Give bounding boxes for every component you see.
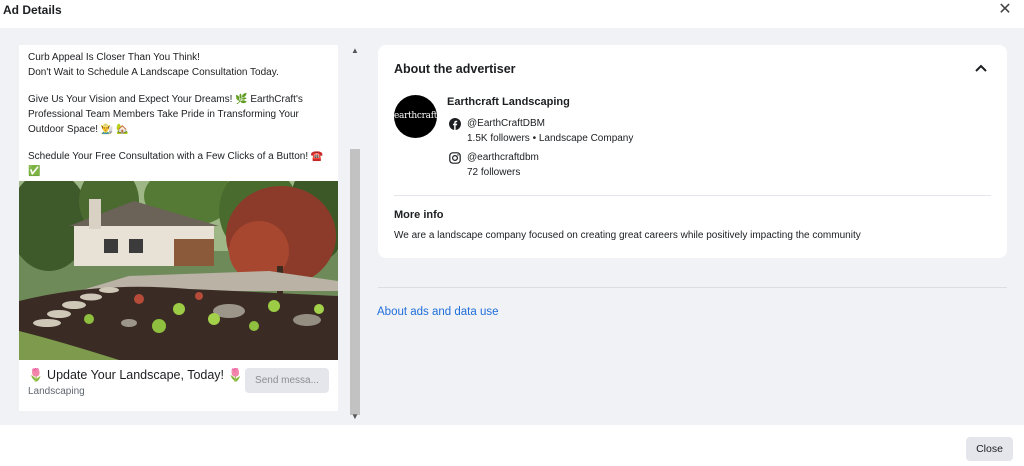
ad-text-line: Curb Appeal Is Closer Than You Think! [28,52,200,63]
close-button[interactable]: Close [966,437,1013,461]
about-ads-link[interactable]: About ads and data use [377,306,499,318]
scrollbar[interactable]: ▲ ▼ [348,45,362,423]
divider [394,195,991,196]
instagram-meta: 72 followers [467,167,521,178]
dialog-header: Ad Details ✕ [0,0,1024,28]
instagram-handle[interactable]: @earthcraftdbm [467,152,539,163]
chevron-up-icon[interactable] [973,60,989,76]
send-message-button[interactable]: Send messa... [245,368,329,393]
facebook-icon [449,118,461,130]
ad-image[interactable] [19,181,338,360]
scroll-up-icon[interactable]: ▲ [348,45,362,57]
ad-preview: Curb Appeal Is Closer Than You Think! Do… [19,45,338,411]
advertiser-card: About the advertiser earthcraft Earthcra… [378,45,1007,258]
ad-text-line: Don't Wait to Schedule A Landscape Consu… [28,67,279,78]
close-icon[interactable]: ✕ [997,2,1013,18]
ad-headline: 🌷 Update Your Landscape, Today! 🌷 [28,368,244,382]
facebook-meta: 1.5K followers • Landscape Company [467,133,634,144]
more-info-text: We are a landscape company focused on cr… [394,230,861,241]
ad-text-line: Professional Team Members Take Pride in … [28,109,299,120]
ad-text-line: Give Us Your Vision and Expect Your Drea… [28,94,303,105]
ad-subtitle: Landscaping [28,386,85,397]
ad-text-line: Outdoor Space! 👨‍🌾 🏡 [28,124,129,135]
scroll-thumb[interactable] [350,149,360,415]
advertiser-logo: earthcraft [394,95,437,138]
ad-body-text: Curb Appeal Is Closer Than You Think! Do… [28,50,333,179]
scroll-down-icon[interactable]: ▼ [348,411,362,423]
ad-text-line: ✅ [28,166,41,177]
ad-text-line: Schedule Your Free Consultation with a F… [28,151,324,162]
divider [378,287,1007,288]
advertiser-name[interactable]: Earthcraft Landscaping [447,96,570,108]
advertiser-section-title: About the advertiser [394,62,516,76]
instagram-icon [449,152,461,164]
dialog-title: Ad Details [3,3,62,17]
logo-text: earthcraft [394,111,437,121]
dialog-footer: Close [0,425,1024,466]
more-info-title: More info [394,209,444,221]
facebook-handle[interactable]: @EarthCraftDBM [467,118,545,129]
ad-footer: 🌷 Update Your Landscape, Today! 🌷 Landsc… [19,360,338,411]
